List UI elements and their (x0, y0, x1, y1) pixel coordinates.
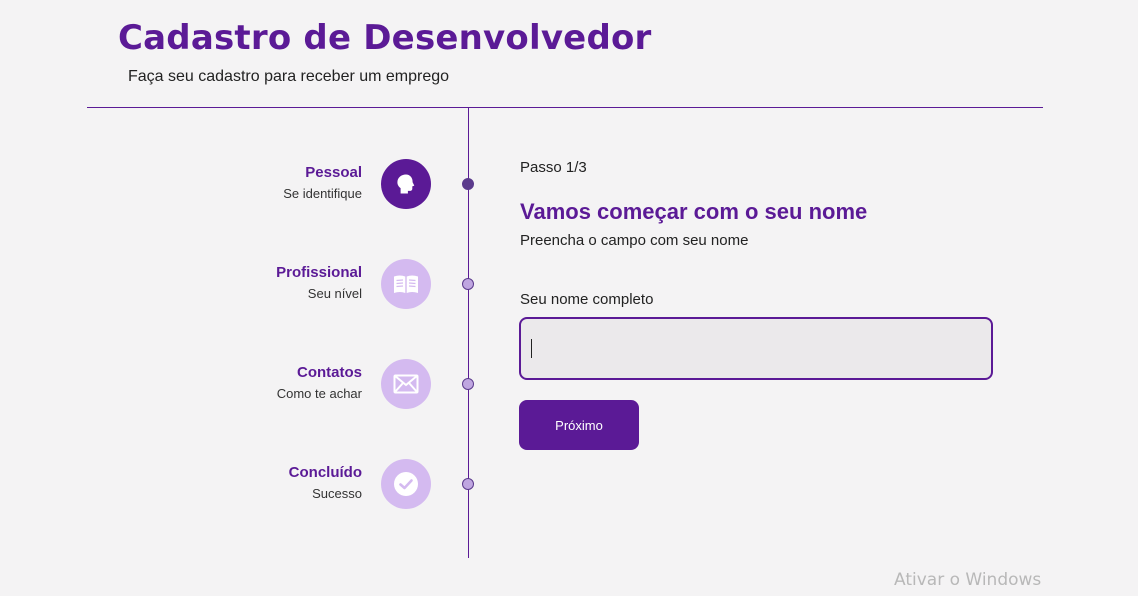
header-divider (87, 107, 1043, 108)
step-dot (462, 478, 474, 490)
step-text: Pessoal Se identifique (283, 164, 362, 201)
book-icon (394, 275, 418, 293)
page-title: Cadastro de Desenvolvedor (118, 18, 652, 58)
step-icon-circle (381, 359, 431, 409)
step-icon-circle (381, 259, 431, 309)
step-title: Profissional (276, 264, 362, 281)
step-title: Concluído (288, 464, 362, 481)
step-text: Concluído Sucesso (289, 464, 362, 501)
step-title: Contatos (297, 364, 362, 381)
step-subtitle: Sucesso (312, 486, 362, 501)
text-cursor (531, 339, 532, 358)
person-head-icon (397, 174, 415, 194)
step-concluido[interactable]: Concluído Sucesso (200, 459, 480, 509)
step-title: Pessoal (305, 164, 362, 181)
name-input[interactable] (519, 317, 993, 380)
step-subtitle: Seu nível (307, 286, 362, 301)
step-text: Contatos Como te achar (277, 364, 362, 401)
check-circle-icon (394, 472, 418, 496)
form-title: Vamos começar com o seu nome (520, 199, 868, 224)
step-subtitle: Se identifique (283, 186, 362, 201)
next-button[interactable]: Próximo (519, 400, 639, 450)
step-counter: Passo 1/3 (520, 159, 587, 176)
step-text: Profissional Seu nível (276, 264, 362, 301)
step-dot (462, 378, 474, 390)
windows-activation-watermark: Ativar o Windows (894, 570, 1042, 590)
page-subtitle: Faça seu cadastro para receber um empreg… (128, 68, 450, 85)
form-subtitle: Preencha o campo com seu nome (520, 232, 749, 249)
step-subtitle: Como te achar (276, 386, 362, 401)
step-icon-circle (381, 159, 431, 209)
step-dot (462, 278, 474, 290)
step-pessoal[interactable]: Pessoal Se identifique (200, 159, 480, 209)
step-dot (462, 178, 474, 190)
step-contatos[interactable]: Contatos Como te achar (200, 359, 480, 409)
step-icon-circle (381, 459, 431, 509)
name-field-label: Seu nome completo (520, 291, 654, 308)
step-profissional[interactable]: Profissional Seu nível (200, 259, 480, 309)
envelope-icon (393, 374, 419, 394)
